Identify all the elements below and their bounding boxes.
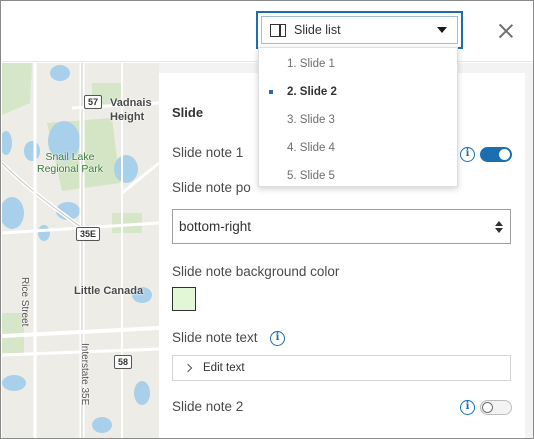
slide-option-2[interactable]: 2. Slide 2 bbox=[259, 78, 457, 106]
slide-option-4[interactable]: 4. Slide 4 bbox=[259, 134, 457, 162]
selected-indicator-icon bbox=[269, 90, 273, 94]
highway-shield-58: 58 bbox=[114, 355, 133, 369]
map-label-little-canada: Little Canada bbox=[74, 285, 144, 297]
slide-option-label: 3. Slide 3 bbox=[287, 114, 335, 126]
highway-shield-57: 57 bbox=[84, 95, 103, 109]
close-icon[interactable] bbox=[497, 22, 515, 40]
position-select-value: bottom-right bbox=[179, 219, 252, 234]
slide-option-label: 2. Slide 2 bbox=[287, 86, 337, 98]
edit-text-expander[interactable]: Edit text bbox=[172, 355, 511, 381]
slide-note-1-label: Slide note 1 bbox=[172, 145, 244, 160]
slide-list-label: Slide list bbox=[294, 23, 341, 37]
slide-list-dropdown: 1. Slide 1 2. Slide 2 3. Slide 3 4. Slid… bbox=[258, 47, 458, 187]
map-view[interactable]: Vadnais Height Snail Lake Regional Park … bbox=[2, 63, 159, 438]
app-window: Vadnais Height Snail Lake Regional Park … bbox=[0, 0, 534, 439]
chevron-right-icon bbox=[183, 363, 193, 373]
slide-note-position-label: Slide note po bbox=[172, 180, 251, 195]
slide-option-3[interactable]: 3. Slide 3 bbox=[259, 106, 457, 134]
slide-list-select[interactable]: Slide list bbox=[256, 11, 463, 49]
slide-note-2-label: Slide note 2 bbox=[172, 399, 244, 414]
map-label-vadnais: Vadnais bbox=[110, 97, 152, 109]
slide-option-label: 5. Slide 5 bbox=[287, 170, 335, 182]
section-title: Slide bbox=[172, 105, 204, 120]
info-icon[interactable]: i bbox=[270, 331, 285, 346]
slide-note-2-toggle[interactable] bbox=[480, 400, 512, 415]
slide-option-1[interactable]: 1. Slide 1 bbox=[259, 50, 457, 78]
slide-note-1-toggle[interactable] bbox=[480, 147, 512, 162]
toggle-knob bbox=[482, 402, 493, 413]
up-down-arrows-icon bbox=[494, 220, 504, 234]
map-label-interstate: Interstate 35E bbox=[79, 343, 90, 406]
slide-note-position-select[interactable]: bottom-right bbox=[172, 209, 511, 244]
slide-option-label: 1. Slide 1 bbox=[287, 58, 335, 70]
map-label-park: Snail Lake Regional Park bbox=[37, 151, 103, 175]
slide-note-text-label: Slide note text bbox=[172, 330, 258, 345]
info-icon[interactable]: i bbox=[460, 400, 475, 415]
map-label-heights: Height bbox=[110, 111, 145, 123]
toggle-knob bbox=[499, 149, 510, 160]
background-color-swatch[interactable] bbox=[172, 287, 196, 311]
edit-text-label: Edit text bbox=[203, 362, 245, 374]
slide-panel-icon bbox=[270, 23, 286, 37]
highway-shield-35e: 35E bbox=[76, 227, 101, 241]
info-icon[interactable]: i bbox=[460, 147, 475, 162]
caret-down-icon bbox=[437, 27, 447, 33]
slide-option-label: 4. Slide 4 bbox=[287, 142, 335, 154]
map-label-rice-street: Rice Street bbox=[19, 277, 30, 327]
slide-note-background-label: Slide note background color bbox=[172, 264, 340, 279]
slide-option-5[interactable]: 5. Slide 5 bbox=[259, 162, 457, 190]
